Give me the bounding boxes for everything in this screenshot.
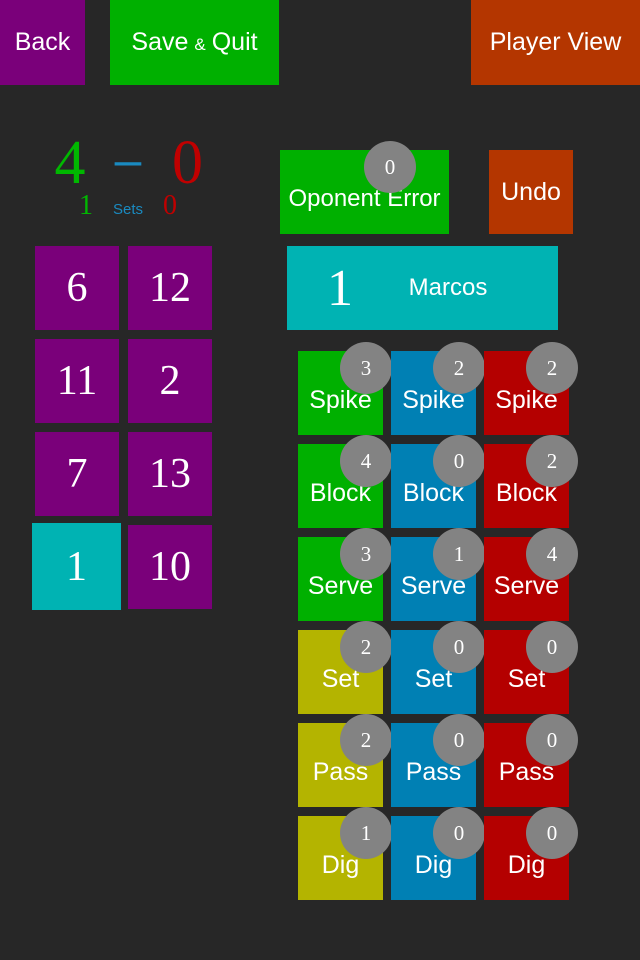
player-number: 6 <box>66 265 88 311</box>
stat-count-badge: 0 <box>433 435 485 487</box>
player-tile-active[interactable]: 1 <box>32 523 121 610</box>
stat-count-badge: 3 <box>340 528 392 580</box>
sets-label: Sets <box>112 201 143 218</box>
stat-count-badge: 2 <box>433 342 485 394</box>
player-tile[interactable]: 2 <box>128 339 212 423</box>
home-sets: 1 <box>79 190 93 221</box>
count: 2 <box>546 355 558 380</box>
current-player-name: Marcos <box>408 274 488 301</box>
count: 0 <box>453 820 465 845</box>
count: 4 <box>546 541 558 566</box>
stat-count-badge: 1 <box>433 528 485 580</box>
stat-count-badge: 4 <box>340 435 392 487</box>
stat-count-badge: 0 <box>526 807 578 859</box>
count: 0 <box>453 634 465 659</box>
stat-count-badge: 2 <box>526 342 578 394</box>
count: 0 <box>453 727 465 752</box>
stat-count-badge: 0 <box>526 714 578 766</box>
player-number: 7 <box>66 451 88 497</box>
undo-button[interactable]: Undo <box>489 150 573 234</box>
count: 1 <box>453 541 465 566</box>
stat-count-badge: 4 <box>526 528 578 580</box>
back-label: Back <box>14 28 71 56</box>
ampersand: & <box>194 34 206 54</box>
quit-label: Quit <box>211 28 258 56</box>
away-sets: 0 <box>163 190 177 221</box>
player-number: 2 <box>159 358 181 404</box>
stat-count-badge: 3 <box>340 342 392 394</box>
stat-count-badge: 2 <box>526 435 578 487</box>
count: 2 <box>546 448 558 473</box>
stat-count-badge: 1 <box>340 807 392 859</box>
home-score: 4 <box>54 129 86 197</box>
stat-count-badge: 2 <box>340 714 392 766</box>
player-number: 12 <box>149 265 191 311</box>
count: 3 <box>360 355 372 380</box>
stat-count-badge: 0 <box>433 807 485 859</box>
away-score: 0 <box>172 129 203 197</box>
player-number: 13 <box>149 451 191 497</box>
player-view-label: Player View <box>489 28 622 56</box>
score-separator: – <box>114 134 142 187</box>
stat-count-badge: 0 <box>526 621 578 673</box>
player-tile[interactable]: 10 <box>128 525 212 609</box>
player-tile[interactable]: 11 <box>35 339 119 423</box>
save-and-quit-button[interactable]: Save & Quit <box>110 0 279 85</box>
opponent-error-label: Oponent Error <box>288 185 441 212</box>
player-tile[interactable]: 13 <box>128 432 212 516</box>
player-tile[interactable]: 6 <box>35 246 119 330</box>
count: 2 <box>360 727 372 752</box>
back-button[interactable]: Back <box>0 0 85 85</box>
player-number: 10 <box>149 544 191 590</box>
player-tile[interactable]: 7 <box>35 432 119 516</box>
stat-count-badge: 2 <box>340 621 392 673</box>
count: 4 <box>360 448 372 473</box>
opponent-error-count-badge: 0 <box>364 141 416 193</box>
count: 2 <box>360 634 372 659</box>
stat-count-badge: 0 <box>433 714 485 766</box>
player-view-button[interactable]: Player View <box>471 0 640 85</box>
count: 0 <box>384 154 396 179</box>
save-label: Save <box>131 28 189 56</box>
current-player-number: 1 <box>327 259 353 317</box>
player-number: 11 <box>56 358 98 404</box>
count: 0 <box>453 448 465 473</box>
count: 3 <box>360 541 372 566</box>
stat-count-badge: 0 <box>433 621 485 673</box>
count: 2 <box>453 355 465 380</box>
count: 0 <box>546 820 558 845</box>
player-tile[interactable]: 12 <box>128 246 212 330</box>
count: 0 <box>546 727 558 752</box>
player-number: 1 <box>66 543 87 590</box>
count: 0 <box>546 634 558 659</box>
undo-label: Undo <box>501 177 561 206</box>
count: 1 <box>360 820 372 845</box>
